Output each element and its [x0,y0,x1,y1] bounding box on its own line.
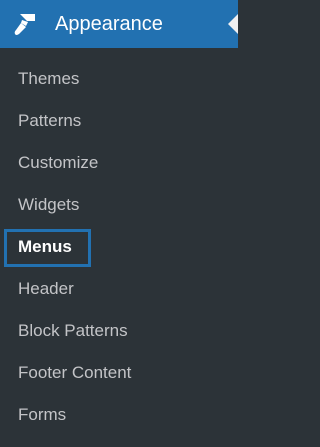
submenu-item-label: Widgets [18,195,80,214]
submenu-item-label: Forms [18,405,67,424]
current-menu-caret [228,14,238,34]
submenu-item-forms[interactable]: Forms [0,394,238,436]
submenu-item-footer-content[interactable]: Footer Content [0,352,238,394]
submenu-item-header[interactable]: Header [0,268,238,310]
submenu-item-menus[interactable]: Menus [0,226,238,268]
submenu-item-label: Patterns [18,111,82,130]
submenu-item-widgets[interactable]: Widgets [0,184,238,226]
submenu-item-label: Header [18,279,74,298]
appearance-menu-header[interactable]: Appearance [0,0,238,48]
submenu-item-label: Themes [18,69,80,88]
admin-sidebar: Appearance Themes Patterns Customize Wid… [0,0,238,447]
submenu-item-label: Menus [18,237,72,256]
submenu-item-patterns[interactable]: Patterns [0,100,238,142]
submenu-item-themes[interactable]: Themes [0,58,238,100]
submenu-item-block-patterns[interactable]: Block Patterns [0,310,238,352]
paintbrush-icon [11,10,39,38]
submenu-item-customize[interactable]: Customize [0,142,238,184]
submenu-item-label: Footer Content [18,363,132,382]
submenu-item-label: Customize [18,153,99,172]
appearance-menu-title: Appearance [55,13,163,35]
submenu-item-label: Block Patterns [18,321,128,340]
